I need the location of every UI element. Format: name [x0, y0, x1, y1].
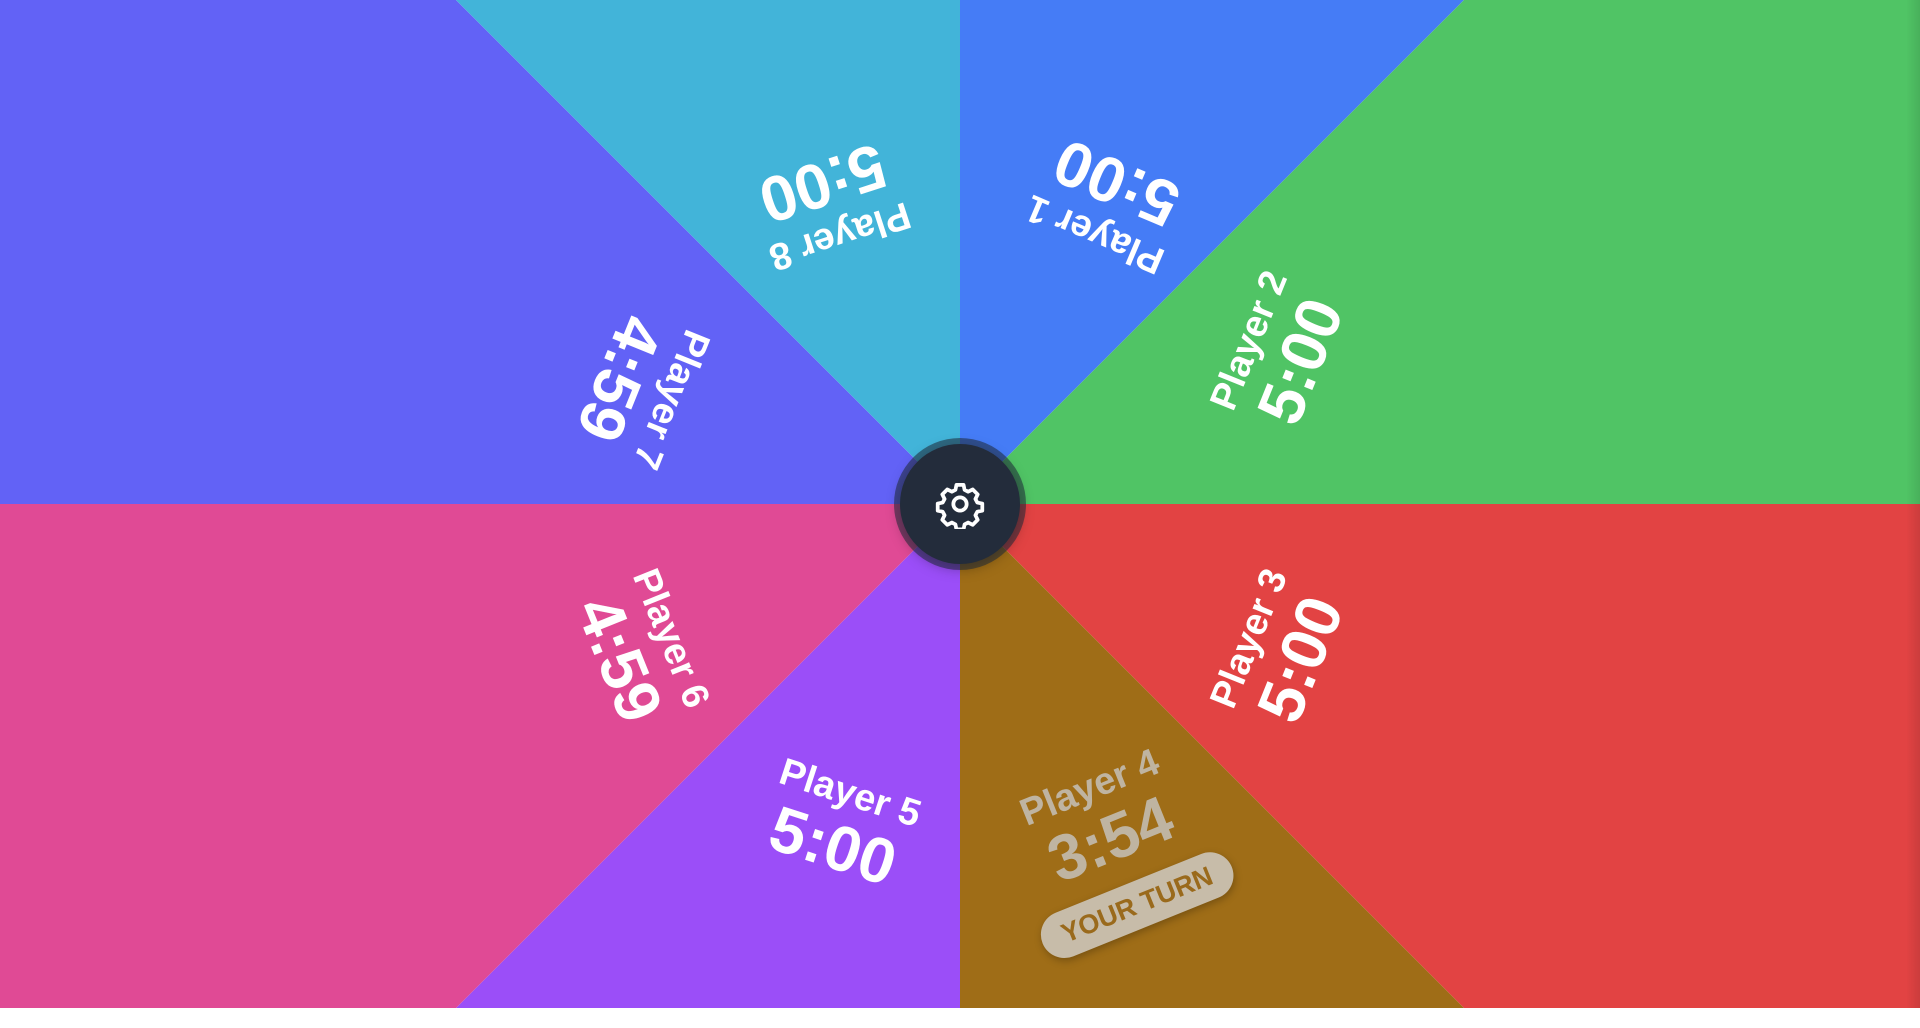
gear-icon: [935, 482, 985, 529]
settings-button[interactable]: [900, 444, 1020, 564]
edge-shade: [1906, 0, 1920, 1008]
